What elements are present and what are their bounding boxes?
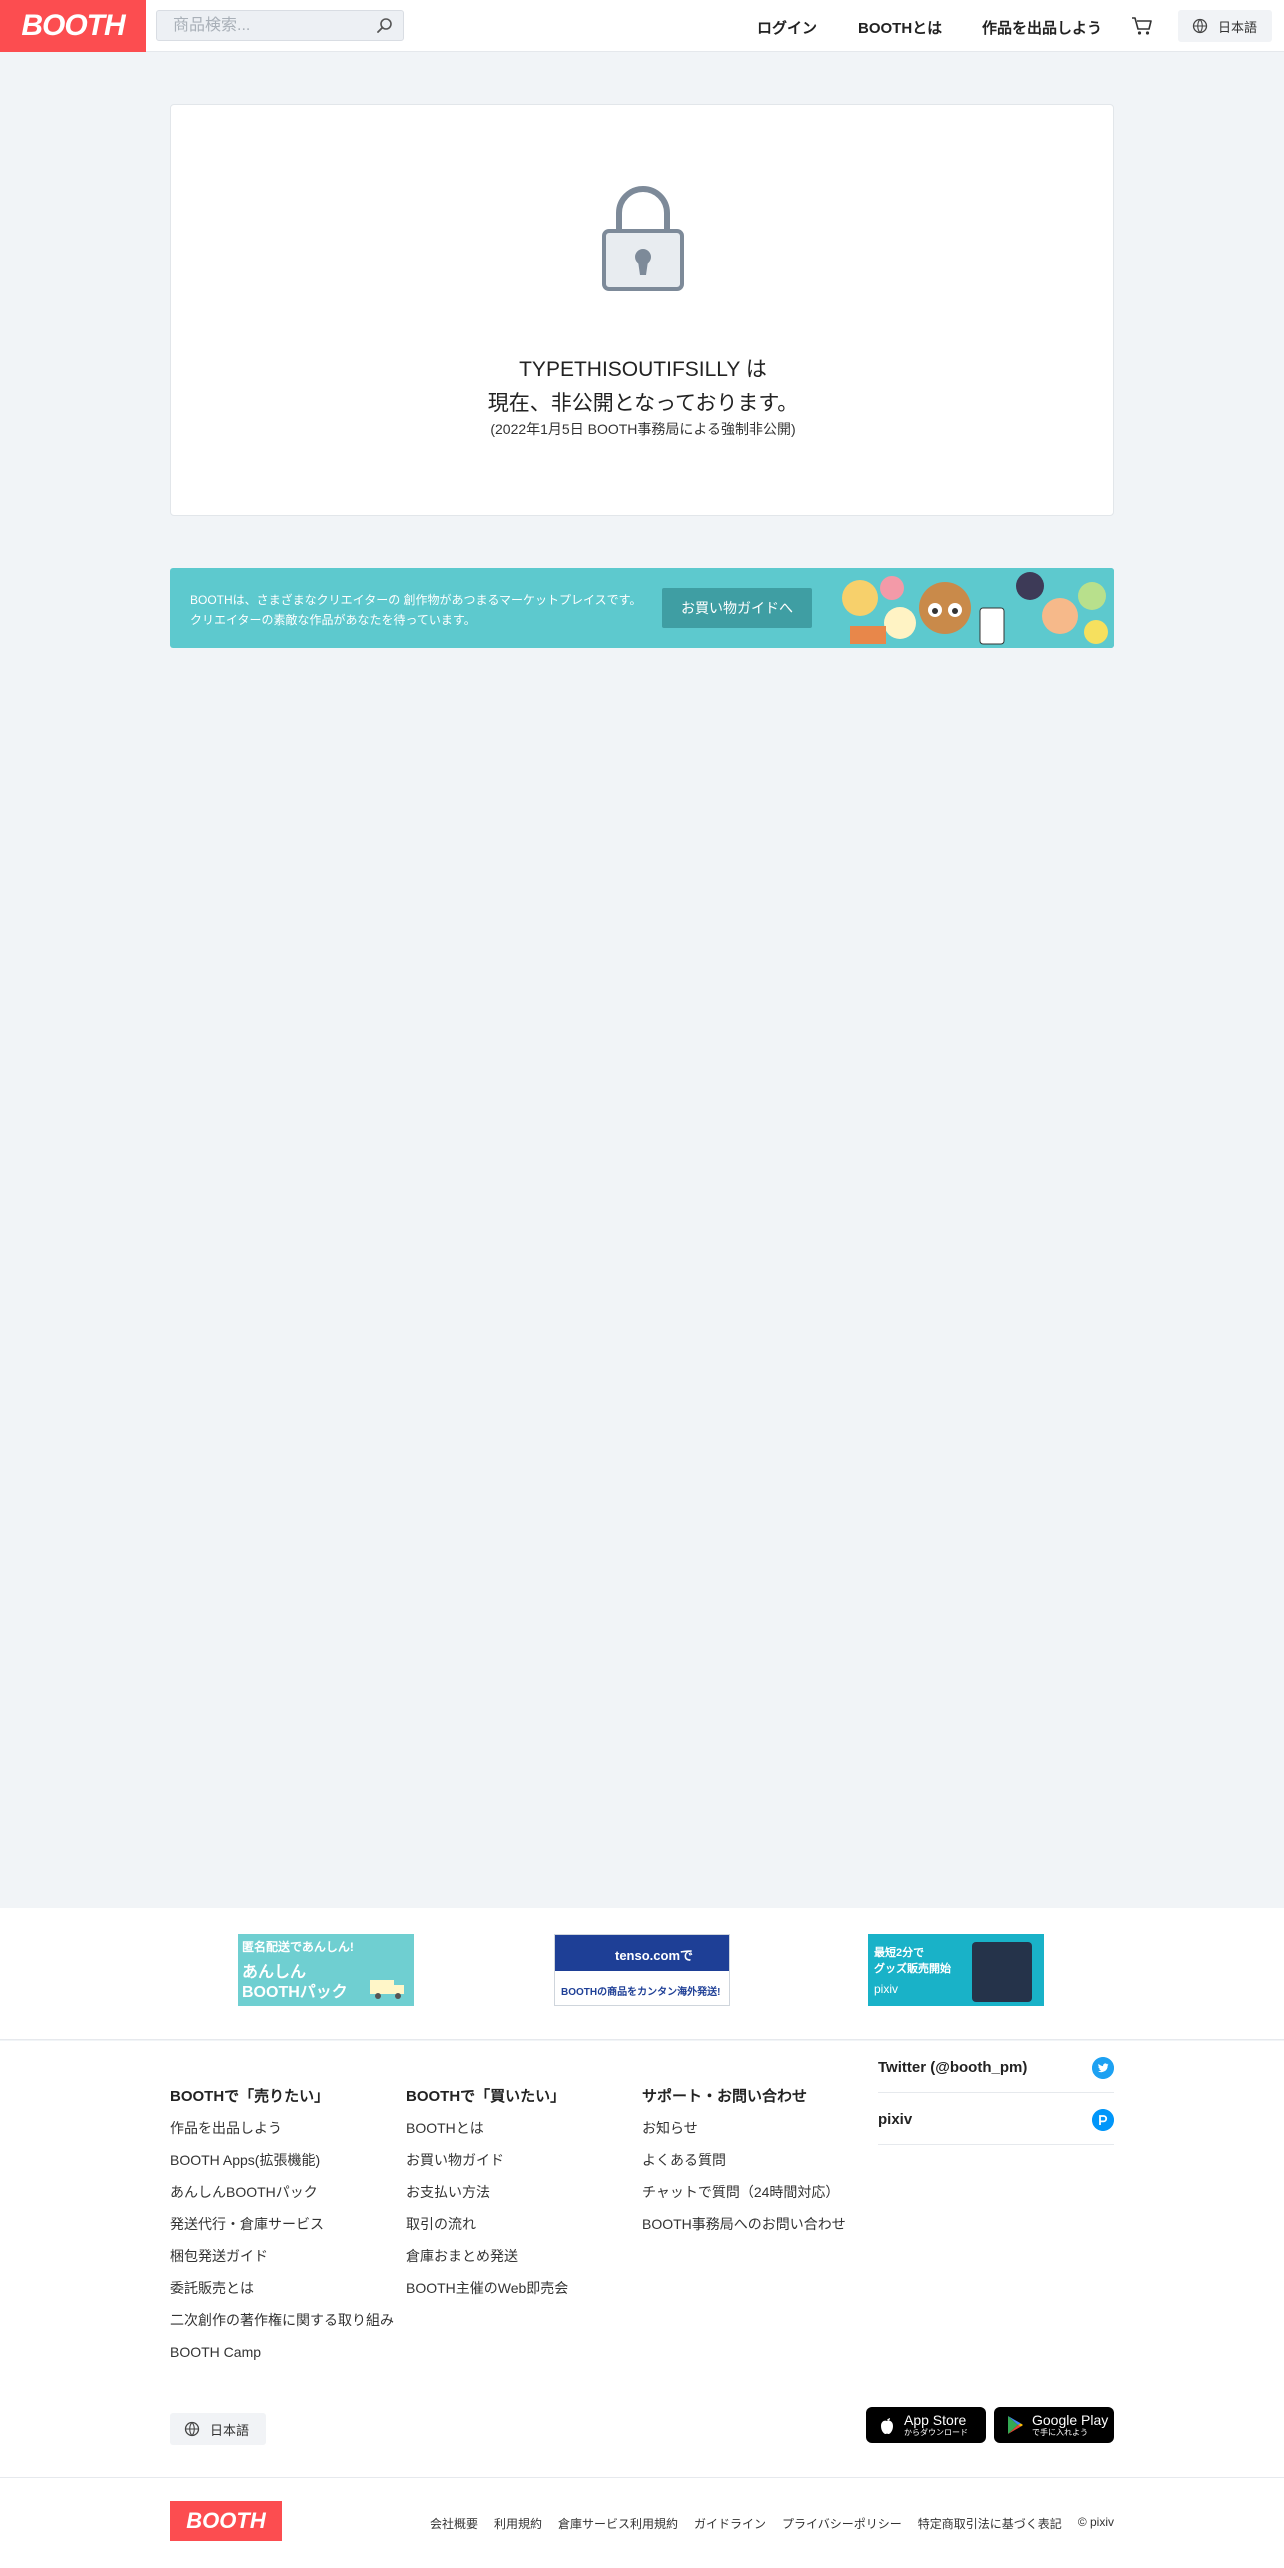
ad1-bottom: BOOTHパック — [242, 1984, 348, 2001]
footer-link[interactable]: 発送代行・倉庫サービス — [170, 2215, 394, 2247]
footer-link[interactable]: お支払い方法 — [406, 2183, 568, 2215]
footer-link[interactable]: BOOTH Camp — [170, 2343, 394, 2375]
commerce-law-link[interactable]: 特定商取引法に基づく表記 — [918, 2515, 1062, 2532]
google-play-label: Google Play — [1032, 2412, 1109, 2428]
search-icon[interactable] — [376, 17, 393, 34]
footer-sell-heading: BOOTHで「売りたい」 — [170, 2088, 330, 2105]
footer-link[interactable]: 作品を出品しよう — [170, 2119, 394, 2151]
footer-link[interactable]: お知らせ — [642, 2119, 846, 2151]
lock-icon — [602, 186, 684, 291]
twitter-link[interactable]: Twitter (@booth_pm) — [878, 2041, 1114, 2093]
language-selector[interactable]: 日本語 — [1178, 10, 1272, 42]
footer-link[interactable]: 倉庫おまとめ発送 — [406, 2247, 568, 2279]
company-link[interactable]: 会社概要 — [430, 2515, 478, 2532]
footer-support-heading: サポート・お問い合わせ — [642, 2088, 808, 2105]
google-play-badge[interactable]: Google Play で手に入れよう — [994, 2407, 1114, 2443]
footer-link[interactable]: BOOTH事務局へのお問い合わせ — [642, 2215, 846, 2247]
apple-icon — [881, 2418, 893, 2434]
private-shop-card: TYPETHISOUTIFSILLY は 現在、非公開となっております。 (20… — [170, 104, 1114, 516]
cart-icon[interactable] — [1130, 14, 1154, 38]
about-link[interactable]: BOOTHとは — [858, 17, 942, 38]
shop-name-message: TYPETHISOUTIFSILLY は — [519, 358, 767, 381]
shopping-guide-button[interactable]: お買い物ガイドへ — [662, 588, 812, 628]
ad3-brand: pixiv — [874, 1982, 899, 1996]
footer-link[interactable]: よくある質問 — [642, 2151, 846, 2183]
footer-link[interactable]: チャットで質問（24時間対応） — [642, 2183, 846, 2215]
search-input[interactable] — [157, 11, 357, 40]
footer-language-label: 日本語 — [210, 2422, 250, 2438]
footer-language-selector[interactable]: 日本語 — [170, 2413, 266, 2445]
twitter-label: Twitter (@booth_pm) — [878, 2059, 1028, 2076]
footer-link[interactable]: BOOTH Apps(拡張機能) — [170, 2151, 394, 2183]
booth-logo[interactable]: BOOTH — [0, 0, 146, 52]
copyright-text: © pixiv — [1077, 2515, 1114, 2529]
login-link[interactable]: ログイン — [757, 17, 817, 38]
search-box — [156, 10, 404, 41]
footer-buy-column: BOOTHで「買いたい」 BOOTHとは お買い物ガイド お支払い方法 取引の流… — [406, 2085, 568, 2311]
footer-link[interactable]: 梱包発送ガイド — [170, 2247, 394, 2279]
site-header: BOOTH ログイン BOOTHとは 作品を出品しよう 日本語 — [0, 0, 1284, 52]
guideline-link[interactable]: ガイドライン — [694, 2515, 766, 2532]
app-store-label: App Store — [904, 2412, 967, 2428]
footer-divider — [0, 2477, 1284, 2478]
terms-link[interactable]: 利用規約 — [494, 2515, 542, 2532]
private-note: (2022年1月5日 BOOTH事務局による強制非公開) — [490, 421, 796, 437]
banner-text-2: クリエイターの素敵な作品があなたを待っています。 — [190, 613, 476, 627]
footer-support-column: サポート・お問い合わせ お知らせ よくある質問 チャットで質問（24時間対応） … — [642, 2085, 846, 2247]
ad1-top: 匿名配送であんしん! — [242, 1940, 354, 1954]
footer-link[interactable]: BOOTHとは — [406, 2119, 568, 2151]
private-status-message: 現在、非公開となっております。 — [487, 392, 799, 415]
globe-icon — [184, 2421, 200, 2437]
footer-link[interactable]: 二次創作の著作権に関する取り組み — [170, 2311, 394, 2343]
globe-icon — [1192, 18, 1208, 34]
footer-sell-column: BOOTHで「売りたい」 作品を出品しよう BOOTH Apps(拡張機能) あ… — [170, 2085, 394, 2375]
pixiv-factory-ad[interactable]: 最短2分で グッズ販売開始 pixiv — [868, 1934, 1044, 2006]
pixiv-link[interactable]: pixiv — [878, 2093, 1114, 2145]
footer-link[interactable]: お買い物ガイド — [406, 2151, 568, 2183]
ad3-line1: 最短2分で — [874, 1947, 925, 1959]
footer-bottom-links: 会社概要 利用規約 倉庫サービス利用規約 ガイドライン プライバシーポリシー 特… — [430, 2515, 1114, 2532]
language-label: 日本語 — [1218, 19, 1258, 35]
footer-link[interactable]: 委託販売とは — [170, 2279, 394, 2311]
ad2-brand: tenso.comで — [615, 1948, 694, 1963]
pixiv-label: pixiv — [878, 2111, 913, 2128]
banner-text-1: BOOTHは、さまざまなクリエイターの 創作物があつまるマーケットプレイスです。 — [190, 593, 642, 607]
ads-strip: 匿名配送であんしん! あんしん BOOTHパック tenso.comで BOOT… — [0, 1908, 1284, 2040]
app-store-badge[interactable]: App Store からダウンロード — [866, 2407, 986, 2443]
google-play-sub: で手に入れよう — [1032, 2428, 1088, 2437]
twitter-icon — [1092, 2057, 1114, 2079]
shopping-guide-banner: BOOTHは、さまざまなクリエイターの 創作物があつまるマーケットプレイスです。… — [170, 568, 1114, 648]
characters-illustration — [830, 568, 1114, 648]
footer-link[interactable]: BOOTH主催のWeb即売会 — [406, 2279, 568, 2311]
footer-booth-logo[interactable]: BOOTH — [170, 2501, 282, 2541]
app-store-sub: からダウンロード — [904, 2428, 968, 2437]
ad2-bottom: BOOTHの商品をカンタン海外発送! — [561, 1987, 721, 1998]
pixiv-icon — [1092, 2109, 1114, 2131]
footer-buy-heading: BOOTHで「買いたい」 — [406, 2088, 566, 2105]
warehouse-terms-link[interactable]: 倉庫サービス利用規約 — [558, 2515, 678, 2532]
sell-link[interactable]: 作品を出品しよう — [982, 17, 1102, 38]
privacy-link[interactable]: プライバシーポリシー — [782, 2515, 902, 2532]
ad3-line2: グッズ販売開始 — [874, 1963, 951, 1975]
truck-icon — [370, 1980, 404, 1999]
site-footer: BOOTHで「売りたい」 作品を出品しよう BOOTH Apps(拡張機能) あ… — [0, 2041, 1284, 2568]
anshin-pack-ad[interactable]: 匿名配送であんしん! あんしん BOOTHパック — [238, 1934, 414, 2006]
google-play-icon — [1008, 2416, 1023, 2434]
tenso-ad[interactable]: tenso.comで BOOTHの商品をカンタン海外発送! — [554, 1934, 730, 2006]
footer-link[interactable]: 取引の流れ — [406, 2215, 568, 2247]
footer-link[interactable]: あんしんBOOTHパック — [170, 2183, 394, 2215]
